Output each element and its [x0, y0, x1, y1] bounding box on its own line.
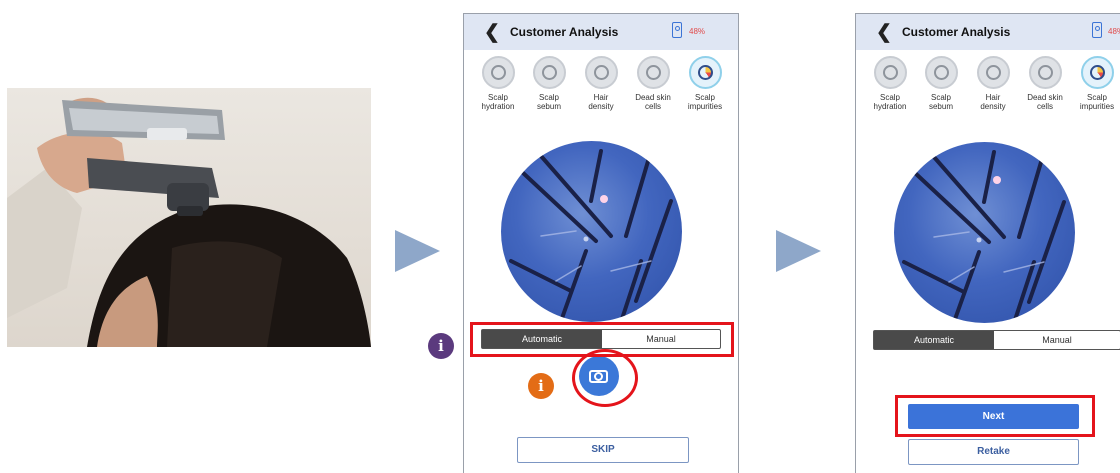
category-scalp-sebum[interactable]: Scalp sebum: [916, 56, 966, 111]
hair-density-icon: [976, 56, 1010, 89]
scalp-scan-photo: [7, 88, 371, 347]
scalp-sebum-icon: [924, 56, 958, 89]
scalp-sebum-icon: [532, 56, 566, 89]
mode-manual-button[interactable]: Manual: [994, 331, 1120, 349]
category-scalp-impurities[interactable]: Scalp impurities: [680, 56, 730, 111]
dead-skin-cells-icon: [1028, 56, 1062, 89]
category-dead-skin-cells[interactable]: Dead skin cells: [1020, 56, 1070, 111]
dead-skin-cells-icon: [636, 56, 670, 89]
flow-arrow-1: [395, 230, 440, 272]
scalp-hydration-icon: [481, 56, 515, 89]
page-title: Customer Analysis: [902, 25, 1011, 39]
hair-density-icon: [584, 56, 618, 89]
scalp-hair-strands: [902, 150, 1066, 323]
scalp-hair-strands: [509, 149, 673, 322]
category-dead-skin-cells[interactable]: Dead skin cells: [628, 56, 678, 111]
category-scalp-hydration[interactable]: Scalp hydration: [473, 56, 523, 111]
scalp-microscope-image: [501, 141, 682, 322]
device-battery-icon: [1092, 22, 1102, 38]
category-scalp-hydration[interactable]: Scalp hydration: [865, 56, 915, 111]
chevron-left-icon[interactable]: ❮: [484, 21, 500, 44]
page-title: Customer Analysis: [510, 25, 619, 39]
battery-percent: 48%: [1108, 27, 1120, 36]
chevron-left-icon[interactable]: ❮: [876, 21, 892, 44]
scalp-hydration-icon: [873, 56, 907, 89]
info-callout-orange: i: [528, 373, 554, 399]
category-scalp-impurities[interactable]: Scalp impurities: [1072, 56, 1120, 111]
retake-button[interactable]: Retake: [908, 439, 1079, 465]
mode-automatic-button[interactable]: Automatic: [874, 331, 994, 349]
scalp-impurities-icon: [688, 56, 722, 89]
mode-toggle: Automatic Manual: [873, 330, 1120, 350]
category-hair-density[interactable]: Hair density: [576, 56, 626, 111]
device-on-scalp-illustration: [7, 97, 371, 347]
skip-button[interactable]: SKIP: [517, 437, 689, 463]
category-hair-density[interactable]: Hair density: [968, 56, 1018, 111]
category-scalp-sebum[interactable]: Scalp sebum: [524, 56, 574, 111]
scalp-impurities-icon: [1080, 56, 1114, 89]
battery-percent: 48%: [689, 27, 706, 36]
scalp-microscope-image: [894, 142, 1075, 323]
device-battery-icon: [672, 22, 682, 38]
top-bar: ❮ Customer Analysis 48%: [856, 14, 1120, 50]
capture-button-highlight: [572, 349, 638, 407]
top-bar: ❮ Customer Analysis 48%: [464, 14, 738, 50]
next-button-highlight: [895, 395, 1095, 437]
info-callout-purple: i: [428, 333, 454, 359]
flow-arrow-2: [776, 230, 821, 272]
